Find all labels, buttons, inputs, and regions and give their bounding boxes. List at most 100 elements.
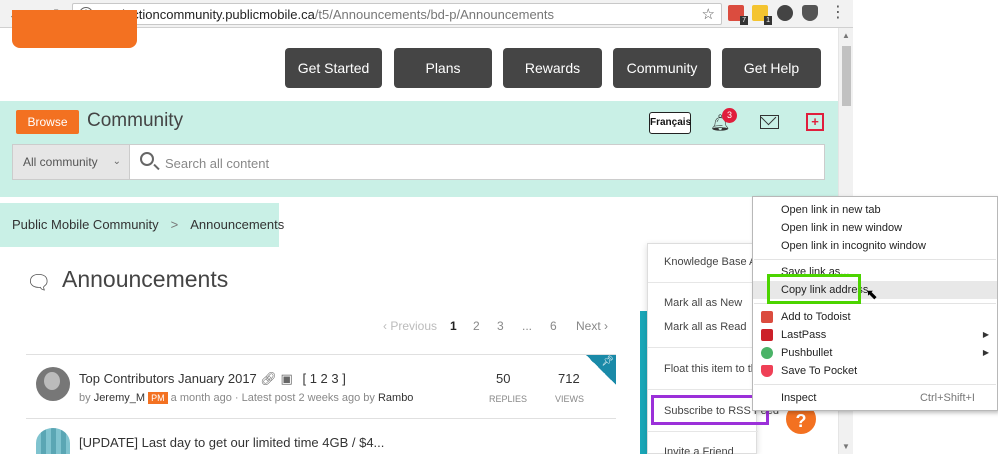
ctx-open-new-window[interactable]: Open link in new window bbox=[753, 219, 997, 237]
ctx-label: Open link in incognito window bbox=[781, 240, 926, 252]
discussion-icon: 🗨︎ bbox=[26, 272, 52, 294]
menu-item-mark-all-new[interactable]: Mark all as New bbox=[664, 297, 742, 309]
ctx-pushbullet[interactable]: Pushbullet ▶ bbox=[753, 344, 997, 362]
pagination-next[interactable]: Next › bbox=[576, 319, 608, 333]
mail-icon[interactable] bbox=[760, 115, 779, 129]
lastpass-badge: 1 bbox=[764, 16, 772, 25]
link-icon: 🔗︎ bbox=[260, 371, 277, 386]
pocket-icon bbox=[761, 365, 773, 377]
menu-item-mark-all-read[interactable]: Mark all as Read bbox=[664, 321, 747, 333]
avatar[interactable] bbox=[36, 428, 70, 454]
submenu-arrow-icon: ▶ bbox=[982, 348, 989, 357]
ctx-save-to-pocket[interactable]: Save To Pocket bbox=[753, 362, 997, 380]
topic-meta: by Jeremy_M PM a month ago · Latest post… bbox=[79, 392, 413, 404]
pin-icon: 📌︎ bbox=[601, 356, 614, 367]
address-bar[interactable]: i productioncommunity.publicmobile.ca/t5… bbox=[72, 3, 722, 25]
public-mobile-logo[interactable] bbox=[12, 10, 137, 48]
image-icon: ▣ bbox=[280, 371, 293, 386]
ctx-inspect[interactable]: Inspect Ctrl+Shift+I bbox=[753, 389, 997, 407]
menu-item-invite-friend[interactable]: Invite a Friend bbox=[664, 446, 734, 454]
todoist-icon bbox=[761, 311, 773, 323]
submenu-arrow-icon: ▶ bbox=[982, 330, 989, 339]
url-path: /t5/Announcements/bd-p/Announcements bbox=[314, 7, 555, 22]
pocket-extension-icon[interactable] bbox=[802, 5, 818, 21]
menu-item-knowledge-base[interactable]: Knowledge Base Art bbox=[664, 256, 763, 268]
list-divider bbox=[26, 354, 616, 355]
ctx-label: Add to Todoist bbox=[781, 311, 851, 323]
language-toggle[interactable]: Français bbox=[649, 112, 691, 134]
replies-label: REPLIES bbox=[489, 394, 528, 404]
author-role-badge: PM bbox=[148, 392, 168, 404]
mouse-cursor-icon: ⬉ bbox=[866, 286, 878, 302]
ctx-label: Inspect bbox=[781, 392, 817, 404]
page-title: Announcements bbox=[62, 266, 229, 292]
ctx-label: Pushbullet bbox=[781, 347, 833, 359]
nav-community[interactable]: Community bbox=[613, 48, 711, 88]
latest-author-link[interactable]: Rambo bbox=[378, 392, 413, 404]
browse-button[interactable]: Browse bbox=[16, 110, 79, 134]
search-scope-select[interactable]: All community ⌄ bbox=[12, 144, 130, 180]
pagination-page-1[interactable]: 1 bbox=[450, 319, 457, 333]
chevron-down-icon: ⌄ bbox=[112, 156, 121, 167]
scroll-up-icon[interactable]: ▲ bbox=[842, 31, 850, 40]
scrollbar-thumb[interactable] bbox=[842, 46, 851, 106]
ctx-separator bbox=[754, 384, 996, 385]
pagination-page-2[interactable]: 2 bbox=[473, 319, 480, 333]
menu-divider bbox=[648, 389, 758, 390]
posted-time: a month ago bbox=[170, 392, 232, 404]
ctx-label: LastPass bbox=[781, 329, 827, 341]
nav-get-help[interactable]: Get Help bbox=[722, 48, 821, 88]
search-input[interactable] bbox=[165, 153, 665, 173]
author-link[interactable]: Jeremy_M bbox=[94, 392, 145, 404]
lastpass-icon bbox=[761, 329, 773, 341]
topic-title[interactable]: [UPDATE] Last day to get our limited tim… bbox=[79, 435, 384, 450]
search-icon[interactable] bbox=[140, 152, 154, 166]
todoist-extension-icon[interactable]: 7 bbox=[728, 5, 748, 25]
nav-get-started[interactable]: Get Started bbox=[285, 48, 382, 88]
pinned-corner: 📌︎ bbox=[586, 355, 616, 385]
ctx-shortcut: Ctrl+Shift+I bbox=[919, 392, 975, 404]
ctx-label: Open link in new tab bbox=[781, 204, 881, 216]
menu-divider bbox=[648, 347, 758, 348]
ctx-label: Save To Pocket bbox=[781, 365, 858, 377]
latest-prefix: · Latest post 2 weeks ago by bbox=[234, 392, 375, 404]
copy-link-highlight-box bbox=[767, 274, 861, 304]
list-divider bbox=[26, 418, 616, 419]
new-post-icon[interactable]: + bbox=[806, 113, 824, 131]
pushbullet-extension-icon[interactable] bbox=[777, 5, 793, 21]
notification-count-badge: 3 bbox=[722, 108, 737, 123]
breadcrumb-separator: > bbox=[170, 217, 179, 232]
ctx-open-new-tab[interactable]: Open link in new tab bbox=[753, 201, 997, 219]
url-text: productioncommunity.publicmobile.ca/t5/A… bbox=[99, 7, 554, 22]
pagination-page-6[interactable]: 6 bbox=[550, 319, 557, 333]
chrome-menu-icon[interactable]: ⋮ bbox=[830, 4, 846, 22]
nav-plans[interactable]: Plans bbox=[394, 48, 492, 88]
topic-title-link[interactable]: Top Contributors January 2017 🔗︎ ▣ [ 1 2… bbox=[79, 371, 346, 387]
ctx-open-incognito[interactable]: Open link in incognito window bbox=[753, 237, 997, 255]
replies-count: 50 bbox=[496, 371, 511, 386]
by-prefix: by bbox=[79, 392, 91, 404]
avatar[interactable] bbox=[36, 367, 70, 401]
topic-title[interactable]: Top Contributors January 2017 bbox=[79, 371, 257, 386]
pagination-ellipsis: ... bbox=[522, 319, 533, 333]
topic-pages[interactable]: [ 1 2 3 ] bbox=[302, 371, 345, 386]
ctx-label: Open link in new window bbox=[781, 222, 903, 234]
ctx-lastpass[interactable]: LastPass ▶ bbox=[753, 326, 997, 344]
breadcrumb-item-announcements[interactable]: Announcements bbox=[190, 217, 284, 232]
pagination-previous[interactable]: ‹ Previous bbox=[383, 319, 437, 333]
ctx-add-to-todoist[interactable]: Add to Todoist bbox=[753, 308, 997, 326]
nav-rewards[interactable]: Rewards bbox=[503, 48, 602, 88]
options-accent-bar bbox=[640, 311, 647, 454]
pagination-page-3[interactable]: 3 bbox=[497, 319, 504, 333]
menu-divider bbox=[648, 431, 758, 432]
lastpass-extension-icon[interactable]: 1 bbox=[752, 5, 772, 25]
search-scope-value: All community bbox=[23, 155, 98, 169]
views-count: 712 bbox=[558, 371, 580, 386]
bookmark-star-icon[interactable]: ☆ bbox=[702, 5, 715, 23]
views-label: VIEWS bbox=[555, 394, 585, 404]
community-title[interactable]: Community bbox=[87, 110, 183, 132]
breadcrumb: Public Mobile Community > Announcements bbox=[0, 203, 284, 247]
menu-item-float-item[interactable]: Float this item to th bbox=[664, 363, 757, 375]
breadcrumb-item-home[interactable]: Public Mobile Community bbox=[12, 217, 159, 232]
scroll-down-icon[interactable]: ▼ bbox=[842, 442, 850, 451]
